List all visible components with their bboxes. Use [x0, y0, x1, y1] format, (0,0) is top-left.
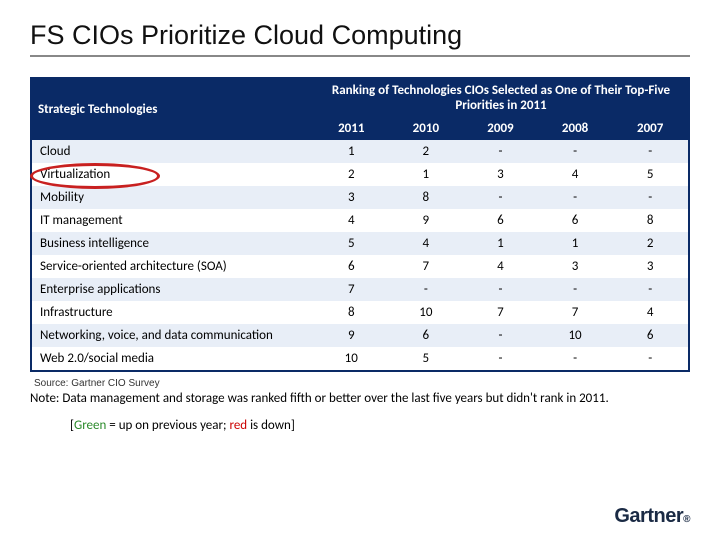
tech-name-cell: Enterprise applications: [31, 278, 314, 301]
rank-cell: 7: [463, 301, 538, 324]
tech-name-cell: Cloud: [31, 140, 314, 163]
tech-name-cell: Infrastructure: [31, 301, 314, 324]
source-line: Source: Gartner CIO Survey: [34, 378, 690, 389]
rank-cell: 4: [612, 301, 689, 324]
rank-cell: -: [389, 278, 464, 301]
rank-cell: 3: [463, 163, 538, 186]
table-row: Mobility38---: [31, 186, 689, 209]
rank-cell: 4: [538, 163, 613, 186]
rank-cell: 6: [463, 209, 538, 232]
rank-cell: 6: [612, 324, 689, 347]
slide: FS CIOs Prioritize Cloud Computing Strat…: [0, 0, 720, 540]
rank-cell: -: [612, 347, 689, 371]
rank-cell: 1: [389, 163, 464, 186]
rank-cell: -: [538, 140, 613, 163]
page-title: FS CIOs Prioritize Cloud Computing: [30, 20, 690, 51]
table-year-header: 2008: [538, 117, 613, 140]
rank-cell: 6: [538, 209, 613, 232]
rank-cell: 4: [314, 209, 389, 232]
table-row: Networking, voice, and data communicatio…: [31, 324, 689, 347]
rank-cell: 5: [389, 347, 464, 371]
rank-cell: 9: [314, 324, 389, 347]
legend-line: [Green = up on previous year; red is dow…: [70, 418, 690, 433]
table-row-header: Strategic Technologies: [31, 78, 314, 140]
rank-cell: 2: [389, 140, 464, 163]
rank-cell: 4: [463, 255, 538, 278]
rank-cell: 1: [538, 232, 613, 255]
table-row: IT management49668: [31, 209, 689, 232]
rank-cell: 8: [314, 301, 389, 324]
rank-cell: 3: [612, 255, 689, 278]
table-row: Infrastructure810774: [31, 301, 689, 324]
rank-cell: 10: [389, 301, 464, 324]
tech-name-cell: Service-oriented architecture (SOA): [31, 255, 314, 278]
tech-name-cell: IT management: [31, 209, 314, 232]
table-colspan-header: Ranking of Technologies CIOs Selected as…: [314, 78, 689, 117]
table-year-header: 2010: [389, 117, 464, 140]
table-row: Cloud12---: [31, 140, 689, 163]
rank-cell: 8: [389, 186, 464, 209]
rank-cell: 7: [389, 255, 464, 278]
rank-cell: -: [538, 347, 613, 371]
rank-cell: 1: [314, 140, 389, 163]
legend-mid1: = up on previous year;: [106, 418, 229, 433]
table-year-header: 2011: [314, 117, 389, 140]
rank-cell: 5: [612, 163, 689, 186]
rank-cell: 3: [314, 186, 389, 209]
rank-cell: -: [612, 278, 689, 301]
rank-cell: 4: [389, 232, 464, 255]
table-row: Business intelligence54112: [31, 232, 689, 255]
rank-cell: 7: [314, 278, 389, 301]
rankings-table: Strategic Technologies Ranking of Techno…: [30, 77, 690, 372]
rank-cell: -: [612, 186, 689, 209]
gartner-logo: Gartner®: [614, 505, 690, 528]
rank-cell: 6: [389, 324, 464, 347]
rank-cell: -: [463, 278, 538, 301]
legend-green: Green: [74, 418, 106, 433]
rank-cell: 7: [538, 301, 613, 324]
table-row: Web 2.0/social media105---: [31, 347, 689, 371]
table-row: Virtualization21345: [31, 163, 689, 186]
tech-name-cell: Networking, voice, and data communicatio…: [31, 324, 314, 347]
rank-cell: -: [463, 324, 538, 347]
table-row: Service-oriented architecture (SOA)67433: [31, 255, 689, 278]
legend-mid2: is down]: [247, 418, 295, 433]
rank-cell: 9: [389, 209, 464, 232]
tech-name-cell: Business intelligence: [31, 232, 314, 255]
rank-cell: -: [538, 186, 613, 209]
rank-cell: 2: [612, 232, 689, 255]
table-row: Enterprise applications7----: [31, 278, 689, 301]
rank-cell: -: [463, 140, 538, 163]
legend-red: red: [229, 418, 247, 433]
rank-cell: -: [612, 140, 689, 163]
rank-cell: 2: [314, 163, 389, 186]
tech-name-cell: Web 2.0/social media: [31, 347, 314, 371]
rank-cell: 5: [314, 232, 389, 255]
rank-cell: 1: [463, 232, 538, 255]
tech-name-cell: Mobility: [31, 186, 314, 209]
rank-cell: 10: [314, 347, 389, 371]
rank-cell: 6: [314, 255, 389, 278]
rank-cell: 8: [612, 209, 689, 232]
note-line: Note: Data management and storage was ra…: [30, 391, 690, 406]
rank-cell: -: [463, 186, 538, 209]
table-year-header: 2007: [612, 117, 689, 140]
rank-cell: -: [538, 278, 613, 301]
rank-cell: -: [463, 347, 538, 371]
rank-cell: 10: [538, 324, 613, 347]
table-year-header: 2009: [463, 117, 538, 140]
tech-name-cell: Virtualization: [31, 163, 314, 186]
rank-cell: 3: [538, 255, 613, 278]
title-rule: [30, 55, 690, 57]
